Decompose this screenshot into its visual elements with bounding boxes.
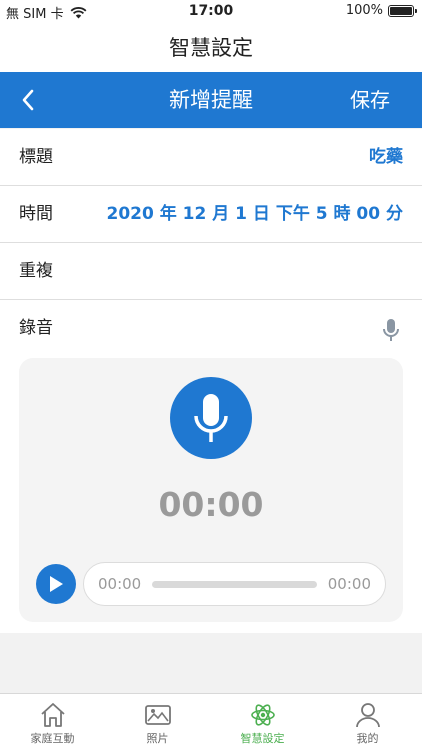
save-button[interactable]: 保存 bbox=[350, 72, 390, 128]
tab-bar: 家庭互動 照片 智慧設定 我的 bbox=[0, 693, 422, 750]
record-label: 錄音 bbox=[19, 318, 53, 338]
nav-bar: 新增提醒 保存 bbox=[0, 72, 422, 128]
person-icon bbox=[355, 703, 380, 728]
tab-family[interactable]: 家庭互動 bbox=[0, 694, 105, 750]
tab-mine[interactable]: 我的 bbox=[315, 694, 420, 750]
tab-label: 智慧設定 bbox=[240, 732, 285, 745]
audio-player: 00:00 00:00 bbox=[83, 562, 386, 606]
progress-slider[interactable] bbox=[152, 581, 317, 588]
home-icon bbox=[40, 703, 65, 727]
microphone-icon[interactable] bbox=[382, 318, 400, 342]
microphone-icon bbox=[194, 394, 228, 442]
battery-icon bbox=[388, 4, 417, 17]
time-row[interactable]: 時間 2020 年 12 月 1 日 下午 5 時 00 分 bbox=[0, 186, 422, 243]
repeat-row[interactable]: 重複 bbox=[0, 243, 422, 300]
tab-label: 照片 bbox=[146, 732, 169, 745]
photo-icon bbox=[144, 705, 171, 725]
battery-percent: 100% bbox=[345, 3, 383, 18]
play-icon bbox=[50, 576, 63, 592]
title-value[interactable]: 吃藥 bbox=[369, 129, 403, 185]
play-button[interactable] bbox=[36, 564, 76, 604]
tab-label: 家庭互動 bbox=[30, 732, 75, 745]
tab-photos[interactable]: 照片 bbox=[105, 694, 210, 750]
repeat-label: 重複 bbox=[19, 261, 53, 281]
status-right: 100% bbox=[345, 3, 417, 18]
atom-icon bbox=[250, 704, 275, 726]
player-total-time: 00:00 bbox=[327, 575, 371, 593]
status-bar: 無 SIM 卡 17:00 100% bbox=[0, 0, 422, 24]
tab-label: 我的 bbox=[356, 732, 379, 745]
record-button[interactable] bbox=[170, 377, 252, 459]
title-row[interactable]: 標題 吃藥 bbox=[0, 129, 422, 186]
time-value[interactable]: 2020 年 12 月 1 日 下午 5 時 00 分 bbox=[107, 186, 403, 242]
time-label: 時間 bbox=[19, 204, 53, 224]
recording-timer: 00:00 bbox=[158, 485, 264, 524]
page-title: 智慧設定 bbox=[0, 24, 422, 72]
player-current-time: 00:00 bbox=[98, 575, 142, 593]
title-label: 標題 bbox=[19, 147, 53, 167]
tab-smart-settings[interactable]: 智慧設定 bbox=[210, 694, 315, 750]
